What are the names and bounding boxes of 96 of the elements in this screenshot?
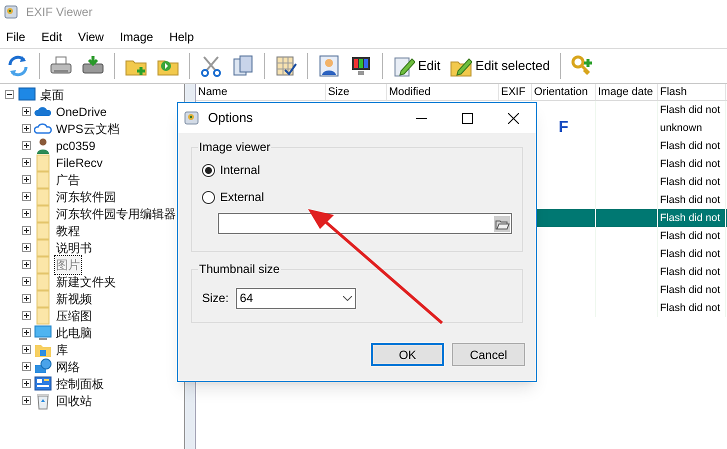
copy-icon [232, 55, 254, 77]
column-header[interactable]: Size [326, 84, 387, 100]
tree-item[interactable]: 河东软件园 [55, 188, 117, 206]
expand-icon[interactable] [22, 158, 31, 167]
network-icon [34, 358, 52, 376]
person-icon [34, 136, 52, 154]
tree-item[interactable]: WPS云文档 [55, 120, 120, 138]
expand-icon[interactable] [22, 260, 31, 269]
column-header[interactable]: Image date [596, 84, 658, 100]
monitor-icon [34, 324, 52, 342]
menu-item[interactable]: Image [118, 28, 156, 46]
size-value: 64 [240, 290, 254, 307]
expand-icon[interactable] [22, 209, 31, 218]
menu-item[interactable]: Help [167, 28, 196, 46]
expand-icon[interactable] [22, 243, 31, 252]
tree-item[interactable]: 控制面板 [55, 374, 105, 392]
radio-label: External [220, 189, 264, 206]
radio-button[interactable] [202, 164, 215, 176]
folder-icon [34, 290, 52, 308]
collapse-icon[interactable] [5, 90, 14, 99]
folder-icon [34, 204, 52, 222]
table-cell: Flash did not [658, 299, 726, 317]
ok-button[interactable]: OK [371, 343, 444, 366]
app-icon [4, 5, 18, 19]
tree-item[interactable]: 压缩图 [55, 306, 93, 324]
monitor-icon [350, 55, 372, 77]
folder-icon [34, 188, 52, 206]
column-header[interactable]: Modified [387, 84, 499, 100]
scissors-icon [200, 55, 222, 77]
tree-item[interactable]: 说明书 [55, 238, 93, 256]
key-plus-icon [570, 55, 593, 77]
expand-icon[interactable] [22, 192, 31, 201]
size-label: Size: [202, 290, 229, 307]
expand-icon[interactable] [22, 328, 31, 337]
menu-item[interactable]: View [76, 28, 106, 46]
tree-item[interactable]: 网络 [55, 358, 81, 376]
dialog-title: Options [208, 109, 253, 128]
chevron-down-icon [342, 296, 352, 300]
expand-icon[interactable] [22, 379, 31, 388]
open-folder-icon[interactable] [494, 216, 510, 232]
expand-icon[interactable] [22, 396, 31, 405]
folder-icon [34, 222, 52, 240]
size-dropdown[interactable]: 64 [236, 288, 356, 308]
tree-item[interactable]: 河东软件园专用编辑器 [55, 204, 177, 222]
folder-icon [34, 272, 52, 290]
expand-icon[interactable] [22, 107, 31, 116]
folder-icon [34, 306, 52, 324]
column-header[interactable]: Flash [658, 84, 726, 100]
tree-item[interactable]: 此电脑 [55, 324, 93, 342]
expand-icon[interactable] [22, 175, 31, 184]
person-icon [318, 55, 340, 77]
expand-icon[interactable] [22, 277, 31, 286]
folder-icon [34, 170, 52, 188]
desktop-icon [18, 86, 36, 104]
tree-item[interactable]: 回收站 [55, 392, 93, 410]
folder-icon [34, 238, 52, 256]
group-title: Thumbnail size [198, 262, 281, 276]
maximize-icon [462, 112, 472, 124]
menu-item[interactable]: Edit [39, 28, 64, 46]
expand-icon[interactable] [22, 141, 31, 150]
cancel-button[interactable]: Cancel [452, 343, 525, 366]
expand-icon[interactable] [22, 124, 31, 133]
expand-icon[interactable] [22, 345, 31, 354]
tree-item[interactable]: 教程 [55, 222, 81, 240]
menu-item[interactable]: File [4, 28, 28, 46]
folder-icon [34, 256, 52, 274]
edit-selected-button[interactable]: Edit selected [447, 51, 553, 81]
path-field[interactable] [218, 213, 512, 234]
recycle-bin-icon [34, 392, 52, 410]
expand-icon[interactable] [22, 294, 31, 303]
radio-label: Internal [220, 162, 260, 179]
column-header[interactable]: Orientation [532, 84, 596, 100]
tree-item[interactable]: 桌面 [40, 86, 64, 104]
edit-document-icon [393, 55, 415, 77]
window-title: EXIF Viewer [26, 4, 92, 21]
tree-item[interactable]: FileRecv [55, 154, 104, 172]
expand-icon[interactable] [22, 311, 31, 320]
edit-button[interactable]: Edit [390, 51, 444, 81]
refresh-icon [7, 55, 29, 77]
expand-icon[interactable] [22, 226, 31, 235]
group-title: Image viewer [198, 140, 272, 154]
tree-item[interactable]: OneDrive [55, 102, 108, 120]
expand-icon[interactable] [22, 362, 31, 371]
tree-item[interactable]: pc0359 [55, 136, 96, 154]
tree-item[interactable]: 广告 [55, 170, 81, 188]
column-header[interactable]: Name [196, 84, 326, 100]
radio-button[interactable] [202, 190, 215, 204]
tree-item[interactable]: 新建文件夹 [55, 272, 117, 290]
tree-item[interactable]: 库 [55, 340, 69, 358]
grid-check-icon [275, 55, 297, 77]
tree-item[interactable]: 新视频 [55, 290, 93, 308]
control-panel-icon [34, 374, 52, 392]
dialog-icon [184, 110, 200, 126]
close-icon [508, 112, 518, 124]
folder-icon [34, 154, 52, 172]
column-header[interactable]: EXIF [499, 84, 532, 100]
